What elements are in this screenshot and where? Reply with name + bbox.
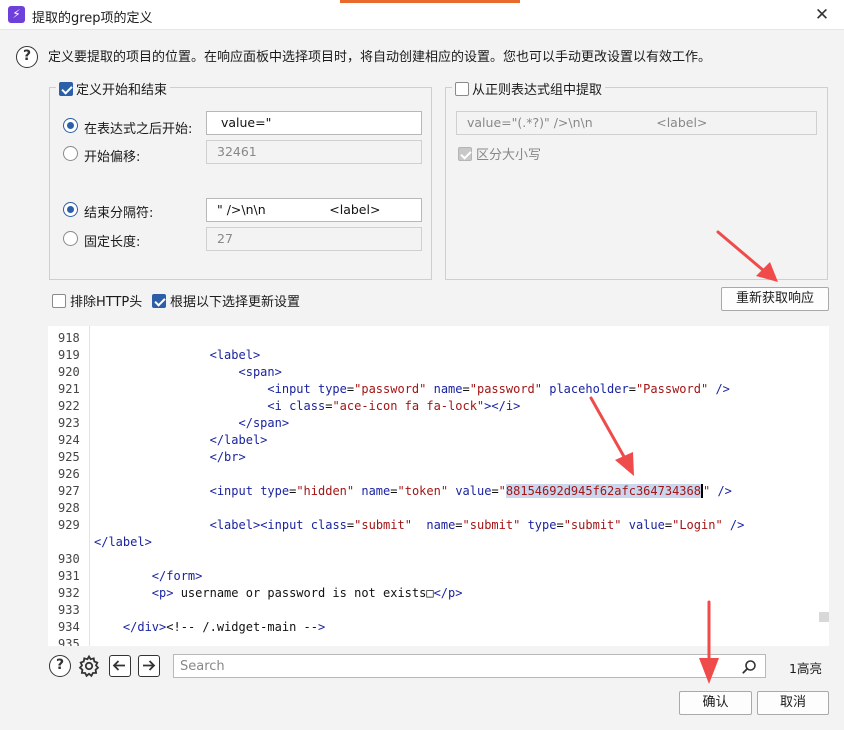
accent-strip: [340, 0, 520, 3]
fixed-length-label: 固定长度:: [84, 235, 141, 250]
exclude-http-headers-checkbox[interactable]: [52, 293, 66, 308]
code-line: </div><!-- /.widget-main -->: [122, 620, 326, 634]
title-bar: ⚡ 提取的grep项的定义 ✕: [0, 0, 844, 30]
response-code-view[interactable]: 918 919 <label> 920 <span> 921 <input type=…: [48, 326, 829, 646]
case-sensitive-label: 区分大小写: [476, 148, 542, 163]
arrow-left-icon: [112, 660, 125, 671]
start-after-expression-radio[interactable]: [63, 118, 78, 133]
line-number: 930: [58, 552, 80, 566]
search-icon[interactable]: [741, 659, 757, 675]
scrollbar-corner[interactable]: [819, 612, 829, 622]
line-number: 926: [58, 467, 80, 481]
start-offset-radio[interactable]: [63, 146, 78, 161]
description-text: 定义要提取的项目的位置。在响应面板中选择项目时，将自动创建相应的设置。您也可以手…: [48, 50, 712, 65]
line-number: 920: [58, 365, 80, 379]
exclude-http-headers-row: 排除HTTP头: [52, 291, 142, 310]
arrow-right-icon: [143, 660, 156, 671]
code-line: </form>: [151, 569, 203, 583]
line-number: 921: [58, 382, 80, 396]
highlighted-token: 88154692d945f62afc364734368: [505, 484, 701, 498]
code-line: <span>: [238, 365, 282, 379]
prev-match-button[interactable]: [109, 655, 131, 677]
line-number: 924: [58, 433, 80, 447]
line-number: 923: [58, 416, 80, 430]
code-line: <label><input class="submit" name="submi…: [209, 518, 745, 532]
code-line: </br>: [209, 450, 246, 464]
start-offset-label: 开始偏移:: [84, 150, 141, 165]
regex-group-checkbox[interactable]: [455, 81, 469, 96]
end-delimiter-input[interactable]: " />\n\n <label>: [206, 198, 422, 222]
regex-group-label: 从正则表达式组中提取: [472, 83, 603, 98]
search-input[interactable]: [174, 655, 734, 677]
code-line: </label>: [94, 535, 152, 549]
start-after-expression-input[interactable]: value=": [206, 111, 422, 135]
define-start-end-checkbox[interactable]: [59, 81, 73, 96]
line-number: 935: [58, 637, 80, 646]
end-delimiter-label: 结束分隔符:: [84, 206, 154, 221]
line-number: 931: [58, 569, 80, 583]
case-sensitive-checkbox[interactable]: [458, 146, 472, 161]
end-delimiter-radio[interactable]: [63, 202, 78, 217]
app-lightning-icon: ⚡: [8, 6, 25, 23]
start-offset-input[interactable]: 32461: [206, 140, 422, 164]
code-line: <input type="hidden" name="token" value=…: [209, 484, 732, 498]
line-number: 922: [58, 399, 80, 413]
case-sensitive-row: 区分大小写: [458, 144, 541, 163]
highlight-count: 1高亮: [789, 661, 822, 676]
help-icon[interactable]: ?: [16, 46, 38, 68]
define-start-end-label: 定义开始和结束: [76, 83, 168, 98]
ok-button[interactable]: 确认: [679, 691, 752, 715]
line-number: 932: [58, 586, 80, 600]
regex-legend: 从正则表达式组中提取: [452, 79, 606, 98]
cancel-button[interactable]: 取消: [757, 691, 829, 715]
update-from-selection-checkbox[interactable]: [152, 293, 166, 308]
line-number: 919: [58, 348, 80, 362]
code-line: </span>: [238, 416, 290, 430]
exclude-http-headers-label: 排除HTTP头: [70, 295, 143, 310]
start-after-expression-label: 在表达式之后开始:: [84, 122, 193, 137]
fixed-length-radio[interactable]: [63, 231, 78, 246]
update-from-selection-label: 根据以下选择更新设置: [170, 295, 301, 310]
regex-input[interactable]: value="(.*?)" />\n\n <label>: [456, 111, 817, 135]
refetch-response-button[interactable]: 重新获取响应: [721, 287, 829, 311]
line-number: 929: [58, 518, 80, 532]
search-box: [173, 654, 766, 678]
line-number: 925: [58, 450, 80, 464]
code-line: <input type="password" name="password" p…: [267, 382, 730, 396]
fixed-length-input[interactable]: 27: [206, 227, 422, 251]
close-button[interactable]: ✕: [810, 4, 834, 26]
gear-icon[interactable]: [77, 654, 101, 682]
code-line: <p> username or password is not exists□<…: [151, 586, 463, 600]
code-line: </label>: [209, 433, 268, 447]
line-number: 918: [58, 331, 80, 345]
update-from-selection-row: 根据以下选择更新设置: [152, 291, 300, 310]
define-start-end-legend: 定义开始和结束: [56, 79, 171, 98]
search-help-icon[interactable]: ?: [49, 655, 71, 677]
line-number: 934: [58, 620, 80, 634]
code-line: <i class="ace-icon fa fa-lock"></i>: [267, 399, 521, 413]
code-line: <label>: [209, 348, 261, 362]
next-match-button[interactable]: [138, 655, 160, 677]
window-title: 提取的grep项的定义: [32, 11, 153, 26]
line-number: 928: [58, 501, 80, 515]
line-number: 933: [58, 603, 80, 617]
line-number: 927: [58, 484, 80, 498]
